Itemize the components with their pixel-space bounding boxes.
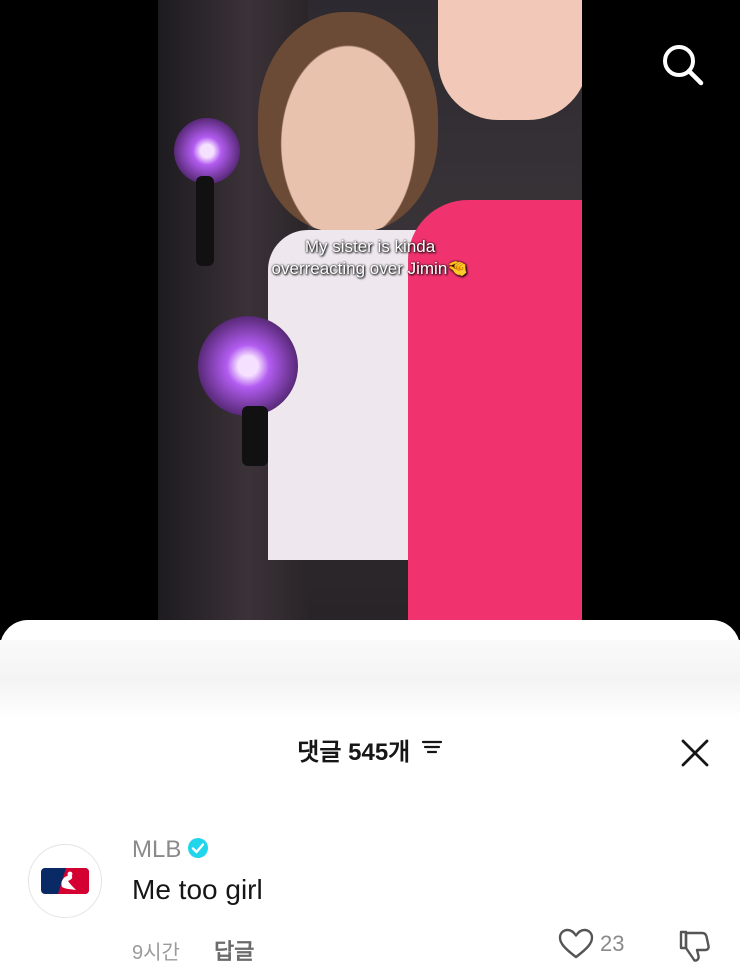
caption-line-1: My sister is kinda (304, 237, 436, 256)
verified-badge-icon (187, 837, 209, 864)
close-icon (681, 739, 709, 767)
comments-sheet: 댓글 545개 MLB Me too girl 9시간 답글 23 (0, 620, 740, 978)
sort-icon[interactable] (421, 738, 443, 761)
comment-meta: 9시간 답글 (132, 934, 254, 966)
like-button[interactable]: 23 (558, 928, 624, 960)
video-player[interactable]: My sister is kinda overreacting over Jim… (0, 0, 740, 640)
search-button[interactable] (658, 40, 706, 88)
heart-icon (558, 928, 594, 959)
comments-header: 댓글 545개 (0, 732, 740, 776)
lightstick-front-handle (242, 406, 268, 466)
comment-text: Me too girl (132, 874, 263, 905)
like-count: 23 (600, 931, 625, 956)
search-icon (663, 45, 704, 86)
sheet-blur-band (0, 640, 740, 720)
video-frame[interactable]: My sister is kinda overreacting over Jim… (158, 0, 582, 620)
mlb-logo-icon (41, 868, 89, 894)
lightstick-front (198, 316, 298, 416)
woman-face (438, 0, 582, 120)
avatar[interactable] (28, 844, 102, 918)
video-caption: My sister is kinda overreacting over Jim… (158, 236, 582, 280)
comments-title: 댓글 545개 (297, 739, 411, 766)
lightstick-back (174, 118, 240, 184)
reply-button[interactable]: 답글 (214, 934, 254, 966)
thumbs-down-icon (679, 930, 710, 962)
comment-username[interactable]: MLB (132, 836, 181, 864)
dislike-button[interactable] (676, 928, 712, 969)
close-button[interactable] (678, 736, 712, 770)
caption-emoji: 🤏 (447, 259, 469, 278)
comment-time: 9시간 (132, 941, 180, 964)
caption-line-2: overreacting over Jimin (271, 259, 448, 278)
girl-head (258, 12, 438, 232)
